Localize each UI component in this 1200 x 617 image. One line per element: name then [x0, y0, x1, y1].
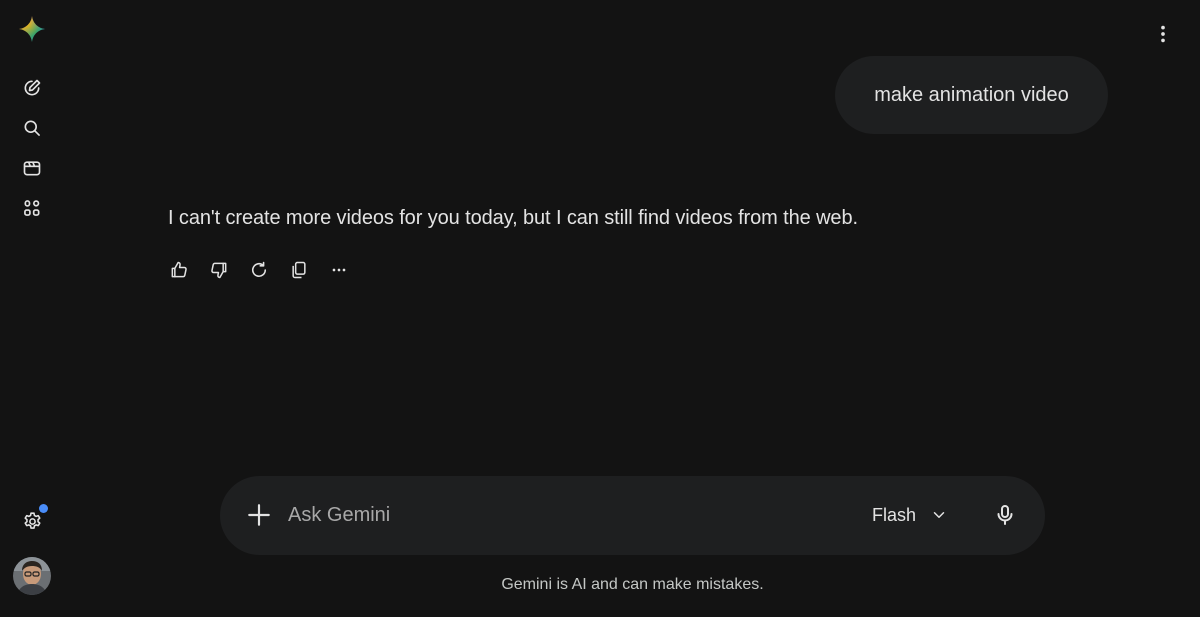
copy-icon[interactable]	[283, 256, 315, 284]
prompt-bar: Flash	[220, 476, 1045, 555]
gemini-sparkle-icon[interactable]	[18, 15, 46, 43]
model-response: I can't create more videos for you today…	[168, 207, 858, 229]
disclaimer: Gemini is AI and can make mistakes.	[501, 576, 764, 593]
regenerate-icon[interactable]	[243, 256, 275, 284]
more-horiz-icon[interactable]	[323, 256, 355, 284]
more-vert-icon[interactable]	[1147, 18, 1179, 50]
sidebar	[0, 0, 64, 617]
plus-icon	[248, 504, 270, 526]
new-chat-icon[interactable]	[16, 72, 48, 104]
microphone-icon	[997, 505, 1013, 525]
response-actions	[163, 256, 355, 284]
thumbs-up-icon[interactable]	[163, 256, 195, 284]
add-attachment-button[interactable]	[242, 498, 276, 532]
videos-icon[interactable]	[16, 152, 48, 184]
model-label: Flash	[872, 504, 917, 525]
gemini-app: make animation video I can't create more…	[0, 0, 1200, 617]
search-icon[interactable]	[16, 112, 48, 144]
notification-dot	[39, 504, 48, 513]
user-message-text: make animation video	[874, 83, 1069, 106]
avatar[interactable]	[13, 557, 51, 595]
thumbs-down-icon[interactable]	[203, 256, 235, 284]
gear-icon	[23, 511, 41, 529]
apps-icon[interactable]	[16, 192, 48, 224]
settings-button[interactable]	[16, 504, 48, 537]
chevron-down-icon	[933, 512, 945, 518]
model-selector[interactable]: Flash	[872, 498, 948, 532]
microphone-button[interactable]	[988, 498, 1022, 532]
user-message: make animation video	[835, 56, 1108, 134]
prompt-input[interactable]	[288, 500, 808, 530]
